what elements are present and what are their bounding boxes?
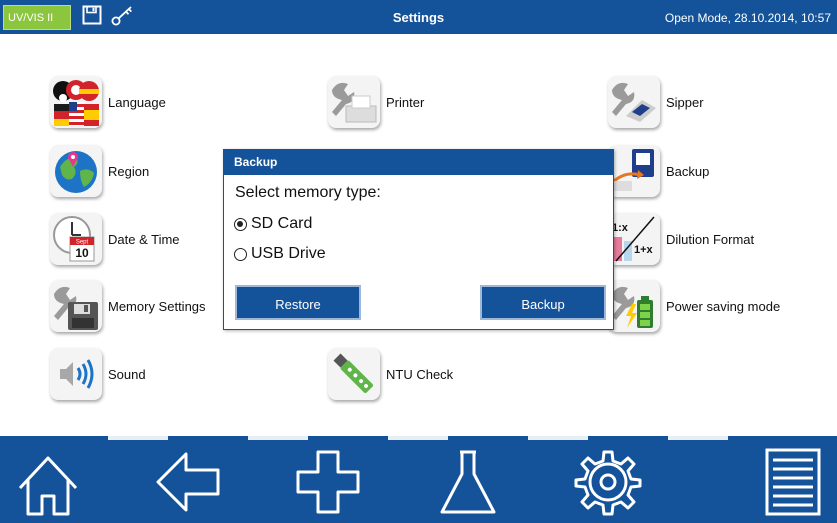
speaker-icon: [50, 348, 102, 400]
restore-button[interactable]: Restore: [235, 285, 361, 320]
calendar-day-text: 10: [75, 246, 89, 260]
settings-item-label: Backup: [666, 163, 710, 179]
back-arrow-icon: [156, 452, 220, 512]
mode-badge[interactable]: UV/VIS II: [3, 5, 71, 30]
radio-unchecked-icon[interactable]: [234, 247, 247, 261]
radio-checked-icon[interactable]: [234, 217, 247, 231]
radio-label: SD Card: [251, 215, 313, 232]
settings-screen: UV/VIS II Settings Open Mode, 28.10.2014…: [0, 0, 837, 523]
radio-option-sd-card[interactable]: SD Card: [234, 215, 312, 233]
key-icon[interactable]: [110, 5, 134, 27]
settings-item-date-time[interactable]: Sept 10 Date & Time: [50, 213, 180, 265]
settings-item-label: Dilution Format: [666, 231, 755, 247]
settings-item-ntu-check[interactable]: NTU Check: [328, 348, 454, 400]
nav-divider: [248, 436, 308, 440]
dilution-top-text: 1:x: [612, 222, 629, 234]
back-button[interactable]: [150, 444, 226, 520]
dilution-bottom-text: 1+x: [634, 244, 654, 256]
dialog-prompt: Select memory type:: [235, 184, 381, 201]
bottom-nav-bar: [0, 436, 837, 523]
settings-item-label: NTU Check: [386, 366, 454, 382]
dialog-title: Backup: [224, 150, 613, 175]
save-icon[interactable]: [82, 5, 102, 25]
settings-item-label: Power saving mode: [666, 298, 781, 314]
settings-item-label: Sipper: [666, 94, 704, 110]
settings-item-label: Date & Time: [108, 231, 180, 247]
wrench-printer-icon: [328, 76, 380, 128]
plus-icon: [296, 450, 360, 514]
menu-button[interactable]: [755, 444, 831, 520]
radio-option-usb-drive[interactable]: USB Drive: [234, 245, 326, 263]
sd-card-backup-icon: [608, 145, 660, 197]
measure-button[interactable]: [430, 444, 506, 520]
home-icon: [18, 456, 78, 516]
settings-item-memory-settings[interactable]: Memory Settings: [50, 280, 206, 332]
radio-label: USB Drive: [251, 245, 326, 262]
settings-item-label: Sound: [108, 366, 146, 382]
settings-item-dilution-format[interactable]: 1:x 1+x Dilution Format: [608, 213, 755, 265]
settings-item-region[interactable]: Region: [50, 145, 150, 197]
menu-list-icon: [765, 448, 821, 516]
gear-icon: [574, 450, 642, 516]
settings-item-sipper[interactable]: Sipper: [608, 76, 704, 128]
ntu-vial-icon: [328, 348, 380, 400]
settings-item-label: Language: [108, 94, 166, 110]
calendar-month-text: Sept: [76, 240, 89, 246]
settings-item-sound[interactable]: Sound: [50, 348, 146, 400]
nav-divider: [528, 436, 588, 440]
wrench-battery-icon: [608, 280, 660, 332]
nav-divider: [108, 436, 168, 440]
add-button[interactable]: [290, 444, 366, 520]
settings-item-printer[interactable]: Printer: [328, 76, 425, 128]
settings-item-power-saving[interactable]: Power saving mode: [608, 280, 781, 332]
flask-icon: [440, 450, 496, 514]
backup-dialog: Backup Select memory type: SD Card USB D…: [223, 149, 614, 330]
settings-item-backup[interactable]: Backup: [608, 145, 710, 197]
nav-divider: [668, 436, 728, 440]
status-datetime: Open Mode, 28.10.2014, 10:57: [664, 11, 831, 25]
settings-item-label: Region: [108, 163, 150, 179]
dilution-icon: 1:x 1+x: [608, 213, 660, 265]
settings-item-label: Printer: [386, 94, 425, 110]
backup-button[interactable]: Backup: [480, 285, 606, 320]
settings-item-label: Memory Settings: [108, 298, 206, 314]
language-flags-icon: [50, 76, 102, 128]
settings-item-language[interactable]: Language: [50, 76, 166, 128]
header-bar: UV/VIS II Settings Open Mode, 28.10.2014…: [0, 0, 837, 34]
wrench-floppy-icon: [50, 280, 102, 332]
home-button[interactable]: [10, 444, 86, 520]
settings-button[interactable]: [570, 444, 646, 520]
globe-icon: [50, 145, 102, 197]
wrench-sipper-icon: [608, 76, 660, 128]
nav-divider: [388, 436, 448, 440]
calendar-clock-icon: Sept 10: [50, 213, 102, 265]
